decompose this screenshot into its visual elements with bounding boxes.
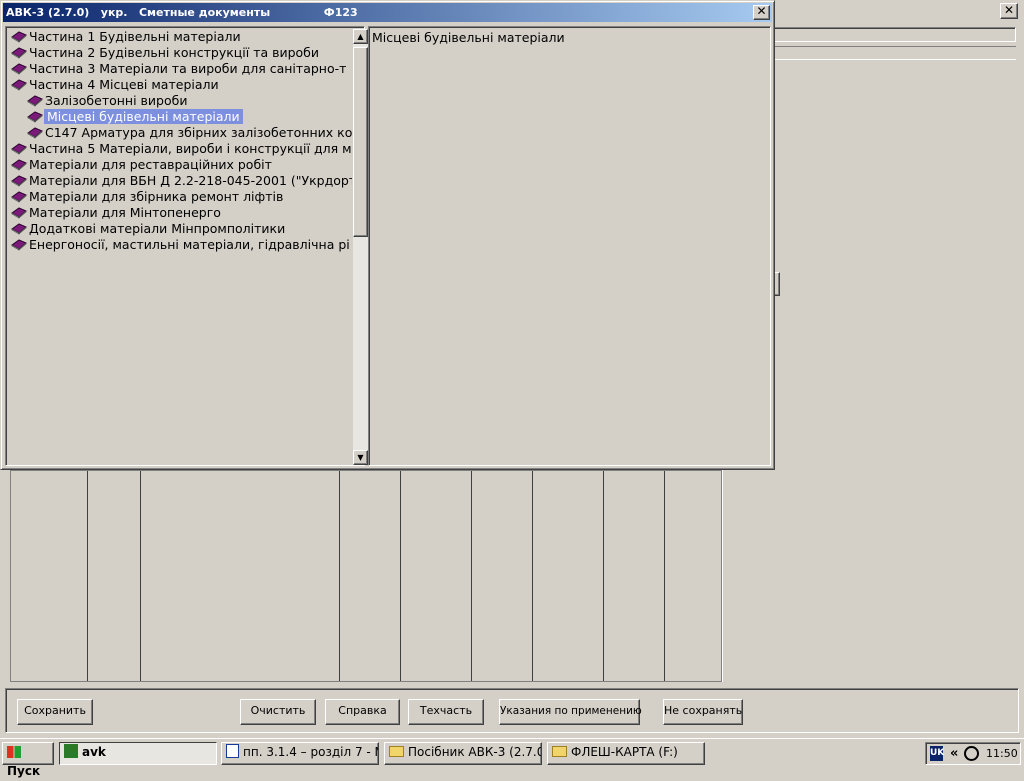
main-window-close-button[interactable]: ✕ xyxy=(1000,3,1018,19)
dialog-title: АВК-3 (2.7.0) укр. Сметные документы Ф12… xyxy=(3,3,772,22)
grid-column xyxy=(401,471,472,681)
language-indicator[interactable]: UK xyxy=(930,746,944,761)
book-icon xyxy=(10,45,28,59)
task-button-folder-guide[interactable]: Посібник АВК-3 (2.7.0) xyxy=(384,742,542,765)
materials-dialog: АВК-3 (2.7.0) укр. Сметные документы Ф12… xyxy=(0,0,775,470)
grid-column xyxy=(533,471,604,681)
close-icon: ✕ xyxy=(756,4,767,18)
tree-item-label: Додаткові матеріали Мінпромполітики xyxy=(29,221,286,236)
scroll-thumb[interactable] xyxy=(353,47,368,237)
taskbar: Пуск avk пп. 3.1.4 – розділ 7 - Мі... По… xyxy=(0,738,1024,778)
tree-item-label: С147 Арматура для збірних залізобетонних… xyxy=(45,125,353,140)
book-icon xyxy=(10,141,28,155)
task-label: ФЛЕШ-КАРТА (F:) xyxy=(571,745,678,759)
book-icon xyxy=(10,61,28,75)
task-button-avk[interactable]: avk xyxy=(59,742,217,765)
book-icon xyxy=(10,205,28,219)
arrow-up-icon: ▲ xyxy=(357,32,364,41)
dont-save-button[interactable]: Не сохранять xyxy=(663,699,743,725)
tree-item[interactable]: Енергоносії, мастильні матеріали, гідрав… xyxy=(10,237,350,253)
tree-item[interactable]: Частина 5 Матеріали, вироби і конструкці… xyxy=(10,141,352,157)
help-button[interactable]: Справка xyxy=(325,699,400,725)
tree-item-label: Енергоносії, мастильні матеріали, гідрав… xyxy=(29,237,350,252)
tree-item[interactable]: Додаткові матеріали Мінпромполітики xyxy=(10,221,285,237)
grid-column xyxy=(472,471,533,681)
clock-icon xyxy=(964,746,979,761)
task-button-word[interactable]: пп. 3.1.4 – розділ 7 - Мі... xyxy=(221,742,379,765)
tree-item[interactable]: Матеріали для ВБН Д 2.2-218-045-2001 ("У… xyxy=(10,173,364,189)
book-icon xyxy=(26,93,44,107)
save-button[interactable]: Сохранить xyxy=(17,699,93,725)
tree-scrollbar[interactable]: ▲ ▼ xyxy=(352,29,368,465)
book-icon xyxy=(10,173,28,187)
tree-item[interactable]: Місцеві будівельні матеріали xyxy=(26,109,243,125)
tree-item[interactable]: Частина 4 Місцеві матеріали xyxy=(10,77,219,93)
tree-item-label: Частина 3 Матеріали та вироби для саніта… xyxy=(29,61,347,76)
grid-column xyxy=(604,471,665,681)
tree-item[interactable]: С147 Арматура для збірних залізобетонних… xyxy=(26,125,352,141)
tree-item-label: Матеріали для збірника ремонт ліфтів xyxy=(29,189,284,204)
detail-panel: Місцеві будівельні матеріали xyxy=(368,26,771,466)
scroll-down-button[interactable]: ▼ xyxy=(353,450,368,465)
book-icon xyxy=(10,77,28,91)
system-tray: UK « 11:50 xyxy=(925,742,1021,765)
word-icon xyxy=(226,744,239,758)
task-label: avk xyxy=(82,745,106,759)
tree-item-label: Залізобетонні вироби xyxy=(45,93,188,108)
grid-column xyxy=(665,471,721,681)
grid-column xyxy=(340,471,401,681)
scroll-up-button[interactable]: ▲ xyxy=(353,29,368,44)
book-icon xyxy=(26,125,44,139)
clear-button[interactable]: Очистить xyxy=(240,699,316,725)
grid-column xyxy=(11,471,88,681)
tree-item[interactable]: Матеріали для реставраційних робіт xyxy=(10,157,272,173)
estimate-grid[interactable] xyxy=(10,470,722,682)
arrow-down-icon: ▼ xyxy=(357,453,364,462)
tree-item-label: Матеріали для ВБН Д 2.2-218-045-2001 ("У… xyxy=(29,173,364,188)
clock[interactable]: 11:50 xyxy=(986,745,1018,762)
main-header-divider xyxy=(772,46,1016,60)
tree-item[interactable]: Частина 1 Будівельні матеріали xyxy=(10,29,241,45)
current-part-button[interactable]: Техчасть xyxy=(408,699,484,725)
tree-item-label: Частина 2 Будівельні конструкції та виро… xyxy=(29,45,320,60)
right-panel xyxy=(722,470,1018,682)
book-icon xyxy=(10,237,28,251)
main-header-field xyxy=(772,27,1016,42)
detail-text: Місцеві будівельні матеріали xyxy=(372,30,565,45)
avk-icon xyxy=(64,744,78,758)
tree-item-label: Матеріали для Мінтопенерго xyxy=(29,205,221,220)
folder-icon xyxy=(552,746,567,757)
grid-column xyxy=(141,471,340,681)
tree-item[interactable]: Частина 3 Матеріали та вироби для саніта… xyxy=(10,61,346,77)
start-button[interactable]: Пуск xyxy=(2,742,54,778)
book-icon xyxy=(26,109,44,123)
close-icon: ✕ xyxy=(1003,3,1015,17)
book-icon xyxy=(10,221,28,235)
folder-icon xyxy=(389,746,404,757)
start-label: Пуск xyxy=(7,764,41,778)
tree-item-label: Частина 1 Будівельні матеріали xyxy=(29,29,241,44)
tree-item-label: Частина 4 Місцеві матеріали xyxy=(29,77,219,92)
tray-expand-button[interactable]: « xyxy=(950,745,958,762)
tree-item-label: Матеріали для реставраційних робіт xyxy=(29,157,272,172)
button-panel: Сохранить Очистить Справка Техчасть Указ… xyxy=(5,688,1019,733)
materials-tree[interactable]: Частина 1 Будівельні матеріали Частина 2 … xyxy=(5,26,368,466)
task-label: пп. 3.1.4 – розділ 7 - Мі... xyxy=(243,745,378,759)
task-button-folder-flash[interactable]: ФЛЕШ-КАРТА (F:) xyxy=(547,742,705,765)
book-icon xyxy=(10,29,28,43)
task-label: Посібник АВК-3 (2.7.0) xyxy=(408,745,542,759)
instructions-button[interactable]: Указания по применению xyxy=(499,699,642,725)
tree-item[interactable]: Залізобетонні вироби xyxy=(26,93,187,109)
book-icon xyxy=(10,189,28,203)
windows-logo-icon xyxy=(7,746,21,758)
tree-item[interactable]: Частина 2 Будівельні конструкції та виро… xyxy=(10,45,319,61)
dialog-close-button[interactable]: ✕ xyxy=(753,5,770,20)
tree-item[interactable]: Матеріали для Мінтопенерго xyxy=(10,205,221,221)
book-icon xyxy=(10,157,28,171)
tree-item-label: Місцеві будівельні матеріали xyxy=(44,109,243,124)
tree-item-label: Частина 5 Матеріали, вироби і конструкці… xyxy=(29,141,352,156)
grid-column xyxy=(88,471,141,681)
tree-item[interactable]: Матеріали для збірника ремонт ліфтів xyxy=(10,189,283,205)
